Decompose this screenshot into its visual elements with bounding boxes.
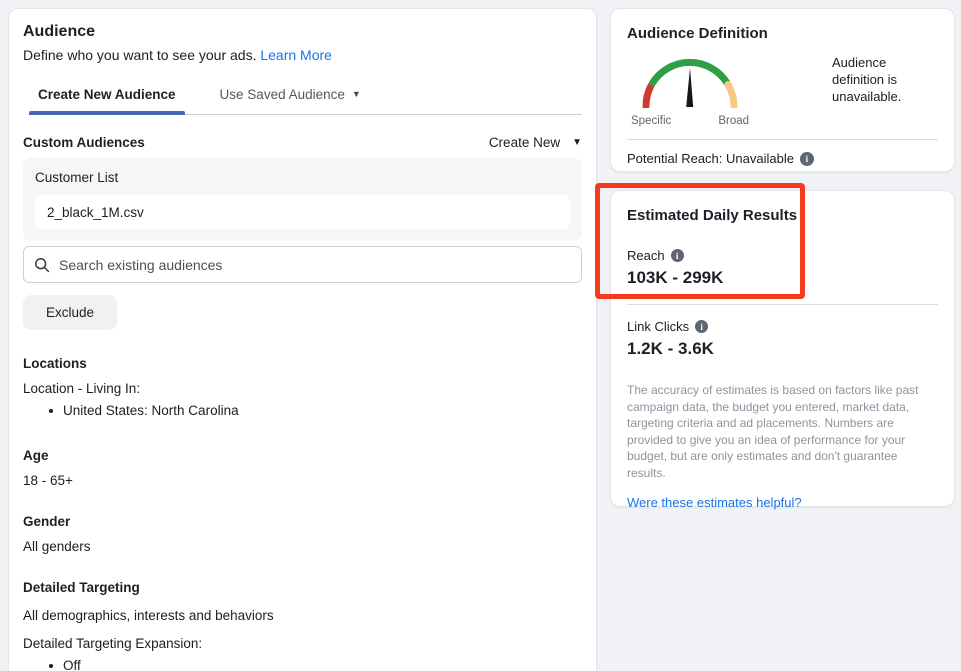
info-icon[interactable]: i [800,152,814,166]
reach-value: 103K - 299K [627,268,938,288]
locations-heading: Locations [23,356,582,371]
search-input[interactable] [59,257,571,273]
estimates-feedback-link[interactable]: Were these estimates helpful? [627,495,802,510]
link-clicks-label-row: Link Clicks i [627,319,938,334]
panel-subtitle: Define who you want to see your ads. Lea… [23,47,582,63]
audience-search-box[interactable] [23,246,582,283]
link-clicks-label: Link Clicks [627,319,689,334]
customer-list-box: Customer List [23,158,582,241]
search-icon [34,257,50,273]
detailed-targeting-heading: Detailed Targeting [23,580,582,595]
audience-tabs: Create New Audience Use Saved Audience ▼ [29,87,582,115]
estimated-daily-results-card: Estimated Daily Results Reach i 103K - 2… [610,190,955,507]
create-new-label: Create New [489,135,560,150]
custom-audiences-label: Custom Audiences [23,135,145,150]
tab-create-new-audience[interactable]: Create New Audience [29,87,185,114]
bullet-dot [49,409,53,413]
gender-heading: Gender [23,514,582,529]
reach-label-row: Reach i [627,248,938,263]
gender-value: All genders [23,539,582,554]
targeting-expansion-value: Off [63,658,81,671]
gauge-label-broad: Broad [718,115,749,127]
targeting-expansion-bullet-item: Off [23,658,582,671]
divider [627,304,938,305]
info-icon[interactable]: i [695,320,708,333]
estimated-daily-results-title: Estimated Daily Results [627,207,938,224]
subtitle-text: Define who you want to see your ads. [23,47,256,63]
audience-panel: Audience Define who you want to see your… [8,8,597,671]
bullet-dot [49,664,53,668]
locations-line: Location - Living In: [23,381,582,396]
tab-use-saved-audience[interactable]: Use Saved Audience ▼ [211,87,370,114]
learn-more-link[interactable]: Learn More [260,47,332,63]
estimates-disclaimer: The accuracy of estimates is based on fa… [627,382,938,481]
tab-label: Create New Audience [38,87,176,102]
potential-reach-text: Potential Reach: Unavailable [627,151,794,166]
chevron-down-icon: ▼ [572,138,582,148]
active-tab-underline [29,111,185,115]
info-icon[interactable]: i [671,249,684,262]
create-new-dropdown[interactable]: Create New ▼ [489,135,582,150]
age-value: 18 - 65+ [23,473,582,488]
audience-definition-gauge: Specific Broad [629,52,751,127]
locations-bullet-text: United States: North Carolina [63,403,239,418]
potential-reach-row: Potential Reach: Unavailable i [627,151,938,166]
link-clicks-value: 1.2K - 3.6K [627,339,938,359]
gauge-needle [686,68,693,107]
locations-bullet-item: United States: North Carolina [23,403,582,418]
detailed-targeting-value: All demographics, interests and behavior… [23,608,582,623]
audience-definition-title: Audience Definition [627,25,938,42]
gauge-label-specific: Specific [631,115,671,127]
customer-list-label: Customer List [35,170,570,185]
chevron-down-icon: ▼ [352,90,361,99]
targeting-expansion-label: Detailed Targeting Expansion: [23,636,582,651]
divider [627,139,938,140]
exclude-button[interactable]: Exclude [23,295,117,330]
gauge-arc-icon [629,52,751,108]
age-heading: Age [23,448,582,463]
audience-definition-status: Audience definition is unavailable. [832,54,938,127]
customer-list-value-field[interactable] [35,195,570,229]
tab-label: Use Saved Audience [220,87,345,102]
page-title: Audience [23,23,582,41]
reach-label: Reach [627,248,665,263]
audience-definition-card: Audience Definition Specific Broad Audie… [610,8,955,172]
